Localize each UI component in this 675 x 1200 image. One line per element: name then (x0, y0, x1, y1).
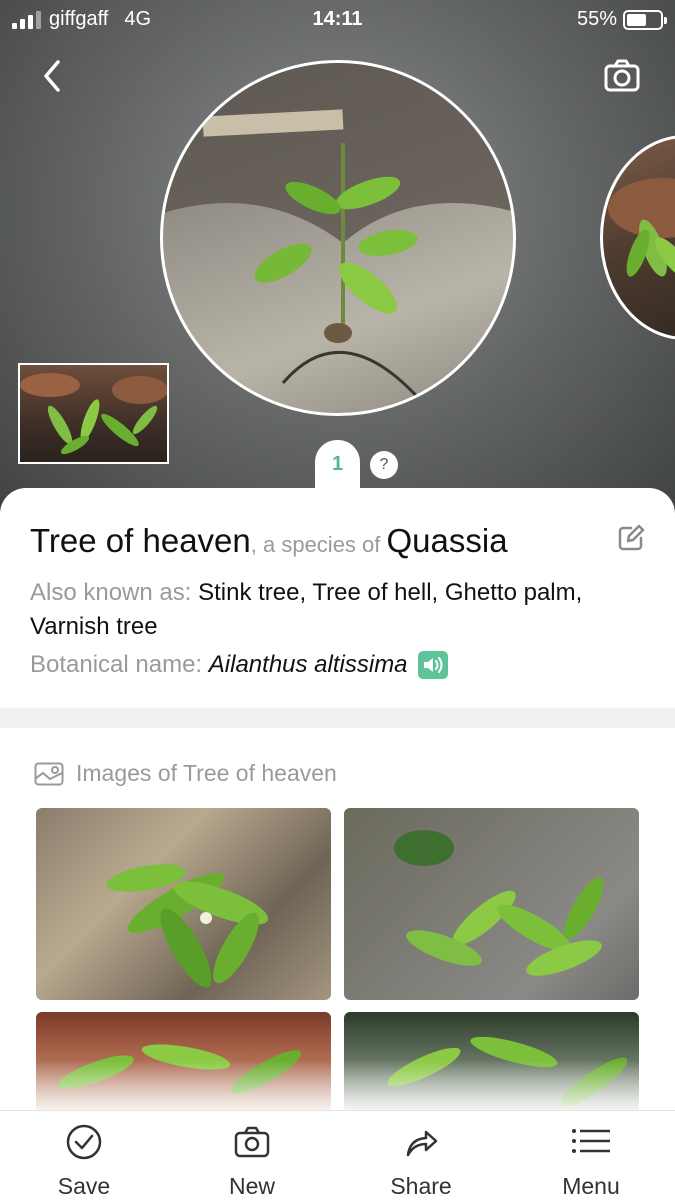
user-photo-thumbnail[interactable] (18, 363, 169, 464)
bottom-tab-bar: Save New Share Menu (0, 1110, 675, 1200)
tab-menu-label: Menu (562, 1173, 620, 1199)
share-arrow-icon (406, 1130, 438, 1157)
tab-menu[interactable]: Menu (531, 1123, 651, 1200)
leaf-illustration-2 (394, 830, 604, 976)
species-image-2[interactable] (344, 808, 639, 1000)
result-index-tab[interactable]: 1 (315, 440, 360, 492)
chevron-left-icon (44, 60, 60, 92)
battery-percent: 55% (576, 8, 617, 30)
list-menu-icon (572, 1129, 610, 1153)
image-icon (34, 762, 64, 785)
help-button[interactable]: ? (370, 451, 398, 479)
back-button[interactable] (36, 56, 72, 96)
tab-new-label: New (228, 1173, 275, 1199)
scroll-fade (0, 1060, 675, 1112)
status-right: 55% (576, 8, 667, 31)
also-known-as: Also known as: Stink tree, Tree of hell,… (30, 576, 630, 644)
species-of-text: , a species of (250, 532, 387, 557)
images-heading-text: Images of Tree of heaven (76, 760, 337, 786)
tab-save[interactable]: Save (24, 1123, 144, 1200)
species-image-1[interactable] (36, 808, 331, 1000)
genus-name[interactable]: Quassia (387, 522, 508, 559)
speaker-icon (423, 657, 443, 673)
tab-share[interactable]: Share (361, 1123, 481, 1200)
identification-header: giffgaff 4G 14:11 55% 1 ? (0, 0, 675, 520)
potted-plant-illustration (608, 178, 675, 279)
common-name: Tree of heaven (30, 522, 251, 559)
pronounce-button[interactable] (417, 651, 448, 679)
status-bar: giffgaff 4G 14:11 55% (0, 0, 675, 40)
camera-icon (234, 1126, 270, 1158)
images-heading: Images of Tree of heaven (34, 760, 337, 787)
seedlings-thumbnail-illustration (20, 373, 167, 455)
botanical-value: Ailanthus altissima (208, 651, 408, 678)
camera-icon (604, 59, 640, 92)
edit-icon (618, 524, 645, 551)
clock: 14:11 (312, 8, 363, 30)
edit-button[interactable] (617, 524, 645, 552)
botanical-name-row: Botanical name: Ailanthus altissima (30, 650, 650, 680)
seedling-illustration (163, 63, 513, 404)
species-title: Tree of heaven, a species of Quassia (30, 522, 590, 560)
section-divider (0, 708, 675, 728)
checkmark-circle-icon (66, 1124, 102, 1160)
botanical-label: Botanical name: (30, 651, 209, 678)
leaf-illustration-1 (106, 864, 269, 988)
aka-label: Also known as: (30, 579, 199, 606)
species-card: Tree of heaven, a species of Quassia Als… (0, 488, 675, 710)
tab-share-label: Share (390, 1173, 452, 1199)
tab-new[interactable]: New (192, 1123, 312, 1200)
battery-icon (623, 9, 667, 30)
tab-save-label: Save (57, 1173, 111, 1199)
main-plant-photo[interactable] (160, 60, 516, 416)
camera-button[interactable] (603, 58, 641, 94)
next-plant-photo[interactable] (600, 135, 675, 340)
